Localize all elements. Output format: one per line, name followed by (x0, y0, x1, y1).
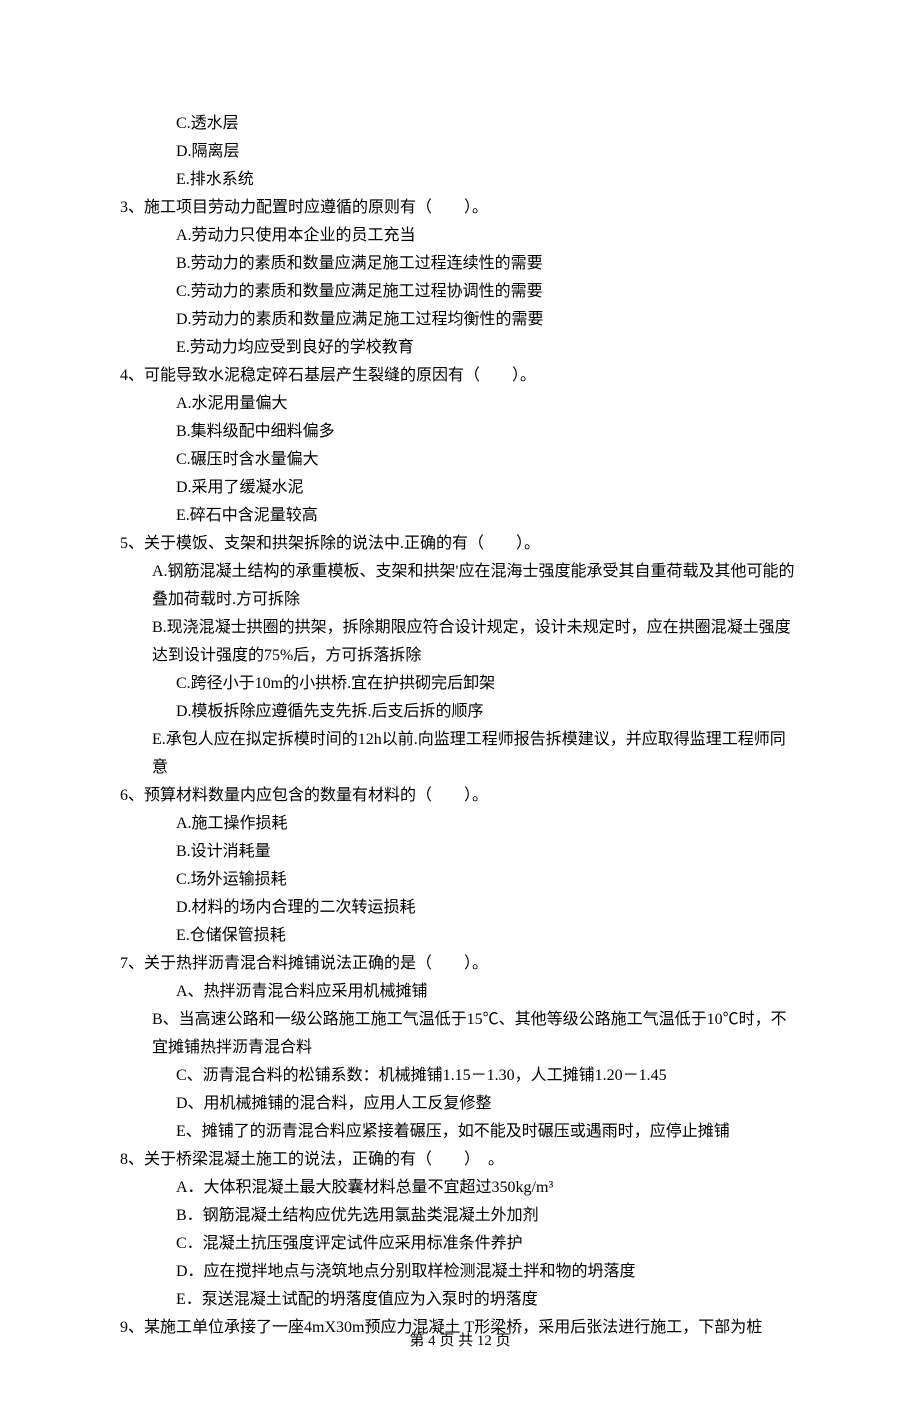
text-line: A.施工操作损耗 (120, 810, 800, 838)
page-footer: 第 4 页 共 12 页 (0, 1328, 920, 1354)
text-line: D.材料的场内合理的二次转运损耗 (120, 894, 800, 922)
text-line: C.透水层 (120, 110, 800, 138)
text-line: E.仓储保管损耗 (120, 922, 800, 950)
text-line: 7、关于热拌沥青混合料摊铺说法正确的是（ ）。 (120, 950, 800, 978)
text-line: B.劳动力的素质和数量应满足施工过程连续性的需要 (120, 250, 800, 278)
text-line: E.劳动力均应受到良好的学校教育 (120, 334, 800, 362)
text-line: E.碎石中含泥量较高 (120, 502, 800, 530)
text-line: D.采用了缓凝水泥 (120, 474, 800, 502)
text-line: 5、关于模饭、支架和拱架拆除的说法中.正确的有（ ）。 (120, 530, 800, 558)
text-line: C、沥青混合料的松铺系数：机械摊铺1.15－1.30，人工摊铺1.20－1.45 (120, 1062, 800, 1090)
text-line: D.模板拆除应遵循先支先拆.后支后拆的顺序 (120, 698, 800, 726)
text-line: C．混凝土抗压强度评定试件应采用标准条件养护 (120, 1230, 800, 1258)
text-line: C.场外运输损耗 (120, 866, 800, 894)
text-line: B．钢筋混凝土结构应优先选用氯盐类混凝土外加剂 (120, 1202, 800, 1230)
text-line: B、当高速公路和一级公路施工施工气温低于15℃、其他等级公路施工气温低于10℃时… (120, 1006, 800, 1062)
text-line: D.隔离层 (120, 138, 800, 166)
text-line: D.劳动力的素质和数量应满足施工过程均衡性的需要 (120, 306, 800, 334)
document-page: C.透水层D.隔离层E.排水系统3、施工项目劳动力配置时应遵循的原则有（ ）。A… (0, 0, 920, 1402)
text-line: D．应在搅拌地点与浇筑地点分别取样检测混凝土拌和物的坍落度 (120, 1258, 800, 1286)
text-line: A．大体积混凝土最大胶囊材料总量不宜超过350kg/m³ (120, 1174, 800, 1202)
text-line: D、用机械摊铺的混合料，应用人工反复修整 (120, 1090, 800, 1118)
text-line: E、摊铺了的沥青混合料应紧接着碾压，如不能及时碾压或遇雨时，应停止摊铺 (120, 1118, 800, 1146)
text-line: A、热拌沥青混合料应采用机械摊铺 (120, 978, 800, 1006)
page-content: C.透水层D.隔离层E.排水系统3、施工项目劳动力配置时应遵循的原则有（ ）。A… (120, 110, 800, 1342)
text-line: A.劳动力只使用本企业的员工充当 (120, 222, 800, 250)
text-line: 8、关于桥梁混凝土施工的说法，正确的有（ ） 。 (120, 1146, 800, 1174)
text-line: C.劳动力的素质和数量应满足施工过程协调性的需要 (120, 278, 800, 306)
text-line: C.碾压时含水量偏大 (120, 446, 800, 474)
text-line: C.跨径小于10m的小拱桥.宜在护拱砌完后卸架 (120, 670, 800, 698)
text-line: A.水泥用量偏大 (120, 390, 800, 418)
text-line: B.现浇混凝士拱圈的拱架，拆除期限应符合设计规定，设计未规定时，应在拱圈混凝土强… (120, 614, 800, 670)
text-line: 3、施工项目劳动力配置时应遵循的原则有（ ）。 (120, 194, 800, 222)
text-line: 4、可能导致水泥稳定碎石基层产生裂缝的原因有（ ）。 (120, 362, 800, 390)
text-line: B.集料级配中细料偏多 (120, 418, 800, 446)
text-line: E．泵送混凝土试配的坍落度值应为入泵时的坍落度 (120, 1286, 800, 1314)
text-line: E.排水系统 (120, 166, 800, 194)
text-line: A.钢筋混凝土结构的承重模板、支架和拱架'应在混海士强度能承受其自重荷载及其他可… (120, 558, 800, 614)
text-line: E.承包人应在拟定拆模时间的12h以前.向监理工程师报告拆模建议，并应取得监理工… (120, 726, 800, 782)
text-line: 6、预算材料数量内应包含的数量有材料的（ ）。 (120, 782, 800, 810)
text-line: B.设计消耗量 (120, 838, 800, 866)
